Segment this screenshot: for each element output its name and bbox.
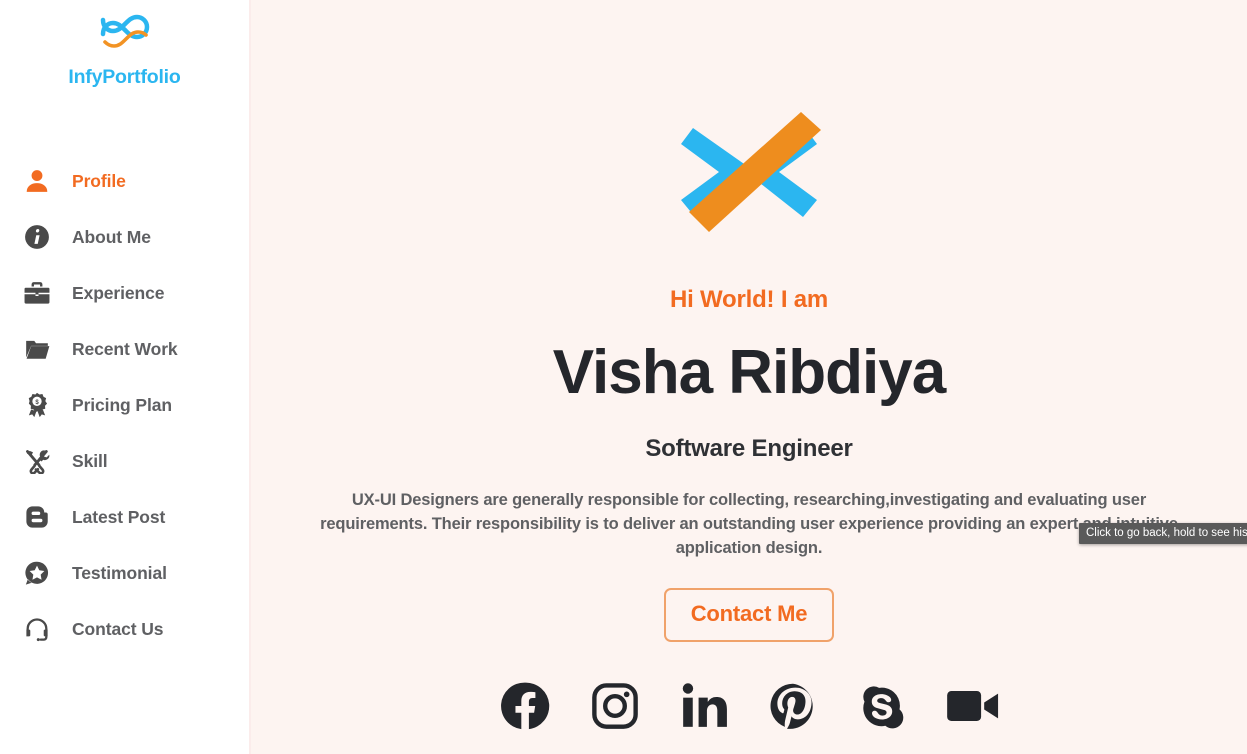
sidebar-item-experience[interactable]: Experience	[0, 265, 249, 321]
brand-name: InfyPortfolio	[68, 66, 181, 88]
sidebar-item-label: Latest Post	[72, 506, 166, 527]
sidebar-item-pricing-plan[interactable]: $ Pricing Plan	[0, 377, 249, 433]
pinterest-icon[interactable]	[768, 681, 818, 731]
award-dollar-icon: $	[22, 390, 52, 420]
video-camera-icon[interactable]	[946, 682, 1000, 730]
blogger-icon	[22, 502, 52, 532]
sidebar: InfyPortfolio Profile About Me Experienc…	[0, 0, 251, 754]
sidebar-item-testimonial[interactable]: Testimonial	[0, 545, 249, 601]
briefcase-icon	[22, 278, 52, 308]
sidebar-item-label: Profile	[72, 170, 126, 191]
sidebar-item-label: Testimonial	[72, 562, 167, 583]
greeting-text: Hi World! I am	[669, 286, 829, 313]
sidebar-item-label: Pricing Plan	[72, 394, 172, 415]
sidebar-item-skill[interactable]: Skill	[0, 433, 249, 489]
contact-me-button[interactable]: Contact Me	[663, 588, 835, 643]
user-icon	[22, 166, 52, 196]
instagram-icon[interactable]	[590, 681, 640, 731]
bio-text: UX-UI Designers are generally responsibl…	[320, 491, 1178, 557]
sidebar-item-recent-work[interactable]: Recent Work	[0, 321, 249, 377]
folder-icon	[22, 334, 52, 364]
sidebar-item-about-me[interactable]: About Me	[0, 209, 249, 265]
skype-icon[interactable]	[857, 681, 907, 731]
page-title: Visha Ribdiya	[552, 338, 946, 407]
main-content: Hi World! I am Visha Ribdiya Software En…	[251, 0, 1247, 754]
sidebar-item-profile[interactable]: Profile	[0, 153, 249, 209]
linkedin-icon[interactable]	[679, 681, 729, 731]
brand[interactable]: InfyPortfolio	[0, 0, 249, 89]
job-title: Software Engineer	[645, 435, 853, 462]
headset-icon	[22, 614, 52, 644]
sidebar-item-label: Contact Us	[72, 618, 164, 639]
sidebar-item-label: Experience	[72, 282, 165, 303]
sidebar-item-label: Recent Work	[72, 338, 178, 359]
infinity-icon	[93, 14, 157, 54]
tools-icon	[22, 446, 52, 476]
sidebar-item-latest-post[interactable]: Latest Post	[0, 489, 249, 545]
info-circle-icon	[22, 222, 52, 252]
sidebar-item-contact-us[interactable]: Contact Us	[0, 601, 249, 657]
x-mark-logo	[673, 0, 825, 239]
facebook-icon[interactable]	[499, 680, 551, 732]
sidebar-nav: Profile About Me Experience Recent Work …	[0, 153, 249, 657]
sidebar-item-label: Skill	[72, 450, 108, 471]
star-chat-icon	[22, 558, 52, 588]
sidebar-item-label: About Me	[72, 226, 151, 247]
social-links	[499, 680, 1000, 732]
